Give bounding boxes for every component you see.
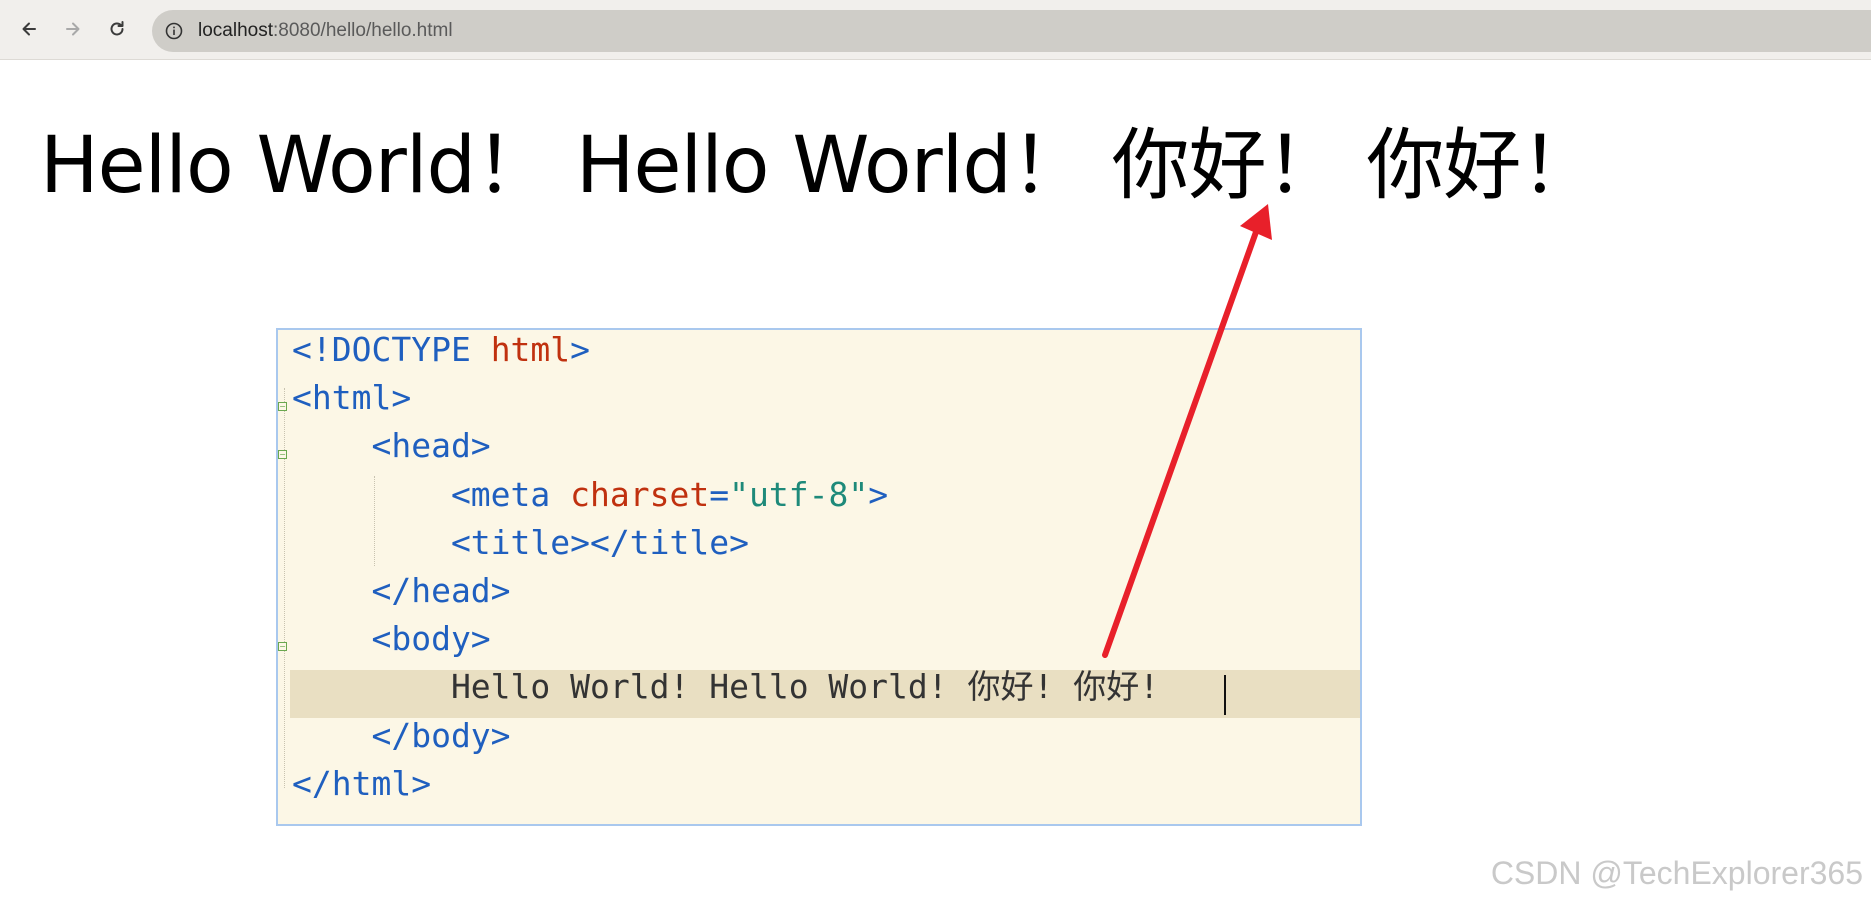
fold-marker-html[interactable]: − — [278, 402, 287, 411]
code-token: = — [709, 474, 730, 514]
code-token: <body> — [292, 619, 491, 659]
code-token: > — [868, 474, 889, 514]
page-heading: Hello World！ Hello World！ 你好！ 你好！ — [40, 121, 1598, 211]
fold-marker-head[interactable]: − — [278, 450, 287, 459]
code-token: html — [490, 330, 571, 369]
code-line[interactable]: Hello World! Hello World! 你好! 你好! — [292, 663, 1159, 711]
back-button[interactable] — [14, 14, 44, 44]
arrow-left-icon — [22, 22, 36, 36]
code-line[interactable]: <meta charset="utf-8"> — [292, 471, 888, 519]
url-host: localhost — [198, 20, 273, 41]
code-line[interactable]: <html> — [292, 374, 411, 422]
code-token: <!DOCTYPE — [292, 330, 491, 369]
code-token: <meta — [292, 474, 571, 514]
code-token: <title></title> — [292, 522, 749, 562]
code-token: charset — [570, 474, 710, 514]
code-line[interactable]: <head> — [292, 422, 491, 470]
code-line[interactable]: </html> — [292, 760, 431, 808]
code-line[interactable]: </body> — [292, 712, 511, 760]
code-line[interactable]: <title></title> — [292, 519, 749, 567]
fold-guide-html — [284, 388, 285, 788]
code-token: <html> — [292, 378, 412, 418]
url-text[interactable]: localhost:8080/hello/hello.html — [198, 10, 453, 52]
code-token: <head> — [292, 426, 491, 466]
reload-button[interactable] — [102, 14, 132, 44]
code-token: Hello World! Hello World! 你好! 你好! — [292, 667, 1160, 707]
code-token: </html> — [292, 763, 432, 803]
fold-marker-body[interactable]: − — [278, 642, 287, 651]
address-bar[interactable]: localhost:8080/hello/hello.html — [152, 10, 1871, 52]
browser-toolbar: localhost:8080/hello/hello.html — [0, 0, 1871, 60]
code-editor[interactable]: − − − <!DOCTYPE html> <html> <head> <meta… — [276, 328, 1362, 826]
code-line[interactable]: </head> — [292, 567, 511, 615]
code-line[interactable]: <body> — [292, 615, 491, 663]
forward-button[interactable] — [58, 14, 88, 44]
code-token: > — [570, 330, 591, 369]
arrow-right-icon — [66, 22, 80, 36]
url-path: :8080/hello/hello.html — [273, 20, 453, 41]
text-caret — [1224, 675, 1226, 715]
code-token: </head> — [292, 571, 511, 610]
reload-icon — [110, 21, 124, 36]
watermark: CSDN @TechExplorer365 — [1490, 855, 1863, 891]
code-line[interactable]: <!DOCTYPE html> — [292, 326, 590, 374]
code-token: </body> — [292, 715, 511, 755]
code-token: "utf-8" — [729, 474, 869, 514]
site-info-icon[interactable] — [162, 19, 186, 43]
